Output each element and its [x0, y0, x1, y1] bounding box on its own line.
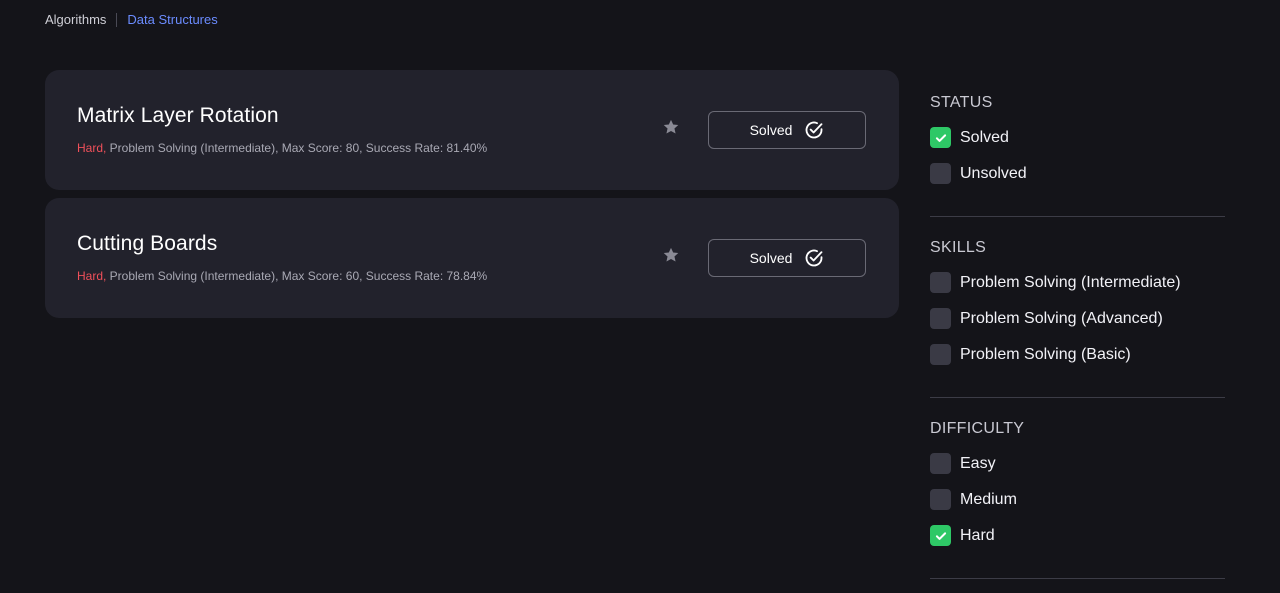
filter-skill-advanced[interactable]: Problem Solving (Advanced)	[930, 308, 1163, 329]
challenge-card[interactable]: Matrix Layer Rotation Hard, Problem Solv…	[45, 70, 899, 190]
challenge-card[interactable]: Cutting Boards Hard, Problem Solving (In…	[45, 198, 899, 318]
filter-status-solved[interactable]: Solved	[930, 127, 1009, 148]
difficulty-label: Hard,	[77, 269, 107, 283]
check-circle-icon	[806, 121, 823, 139]
challenge-details: Problem Solving (Intermediate), Max Scor…	[106, 141, 488, 155]
checkbox[interactable]	[930, 308, 951, 329]
filter-skill-basic[interactable]: Problem Solving (Basic)	[930, 344, 1131, 365]
filter-label: Problem Solving (Advanced)	[960, 309, 1163, 327]
divider	[930, 578, 1225, 579]
challenge-title[interactable]: Cutting Boards	[77, 232, 217, 256]
checkmark-icon	[935, 531, 946, 540]
breadcrumb-separator	[116, 12, 118, 27]
difficulty-label: Hard,	[77, 141, 107, 155]
filter-label: Problem Solving (Basic)	[960, 345, 1131, 363]
challenge-details: Problem Solving (Intermediate), Max Scor…	[106, 269, 488, 283]
filter-skill-intermediate[interactable]: Problem Solving (Intermediate)	[930, 272, 1181, 293]
breadcrumb-data-structures[interactable]: Data Structures	[127, 12, 217, 27]
challenge-meta: Hard, Problem Solving (Intermediate), Ma…	[77, 141, 487, 155]
star-icon[interactable]	[662, 246, 680, 264]
checkbox-checked[interactable]	[930, 525, 951, 546]
checkmark-icon	[935, 133, 946, 142]
status-filter-title: STATUS	[930, 94, 993, 111]
filter-difficulty-medium[interactable]: Medium	[930, 489, 1017, 510]
solved-button[interactable]: Solved	[708, 111, 866, 149]
challenge-title[interactable]: Matrix Layer Rotation	[77, 104, 279, 128]
checkbox[interactable]	[930, 163, 951, 184]
solved-button[interactable]: Solved	[708, 239, 866, 277]
filter-difficulty-hard[interactable]: Hard	[930, 525, 995, 546]
filter-label: Problem Solving (Intermediate)	[960, 273, 1181, 291]
filter-label: Easy	[960, 454, 996, 472]
checkbox[interactable]	[930, 272, 951, 293]
filter-label: Hard	[960, 526, 995, 544]
filter-label: Unsolved	[960, 164, 1027, 182]
divider	[930, 216, 1225, 217]
difficulty-filter-title: DIFFICULTY	[930, 420, 1025, 437]
check-circle-icon	[806, 249, 823, 267]
skills-filter-title: SKILLS	[930, 239, 987, 256]
breadcrumb-algorithms[interactable]: Algorithms	[45, 12, 106, 27]
challenge-meta: Hard, Problem Solving (Intermediate), Ma…	[77, 269, 487, 283]
divider	[930, 397, 1225, 398]
filter-difficulty-easy[interactable]: Easy	[930, 453, 996, 474]
checkbox-checked[interactable]	[930, 127, 951, 148]
checkbox[interactable]	[930, 453, 951, 474]
checkbox[interactable]	[930, 344, 951, 365]
star-icon[interactable]	[662, 118, 680, 136]
solved-button-label: Solved	[749, 122, 793, 138]
filter-status-unsolved[interactable]: Unsolved	[930, 163, 1027, 184]
solved-button-label: Solved	[749, 250, 793, 266]
checkbox[interactable]	[930, 489, 951, 510]
filter-label: Solved	[960, 128, 1009, 146]
filter-label: Medium	[960, 490, 1017, 508]
breadcrumb: Algorithms Data Structures	[45, 12, 218, 27]
